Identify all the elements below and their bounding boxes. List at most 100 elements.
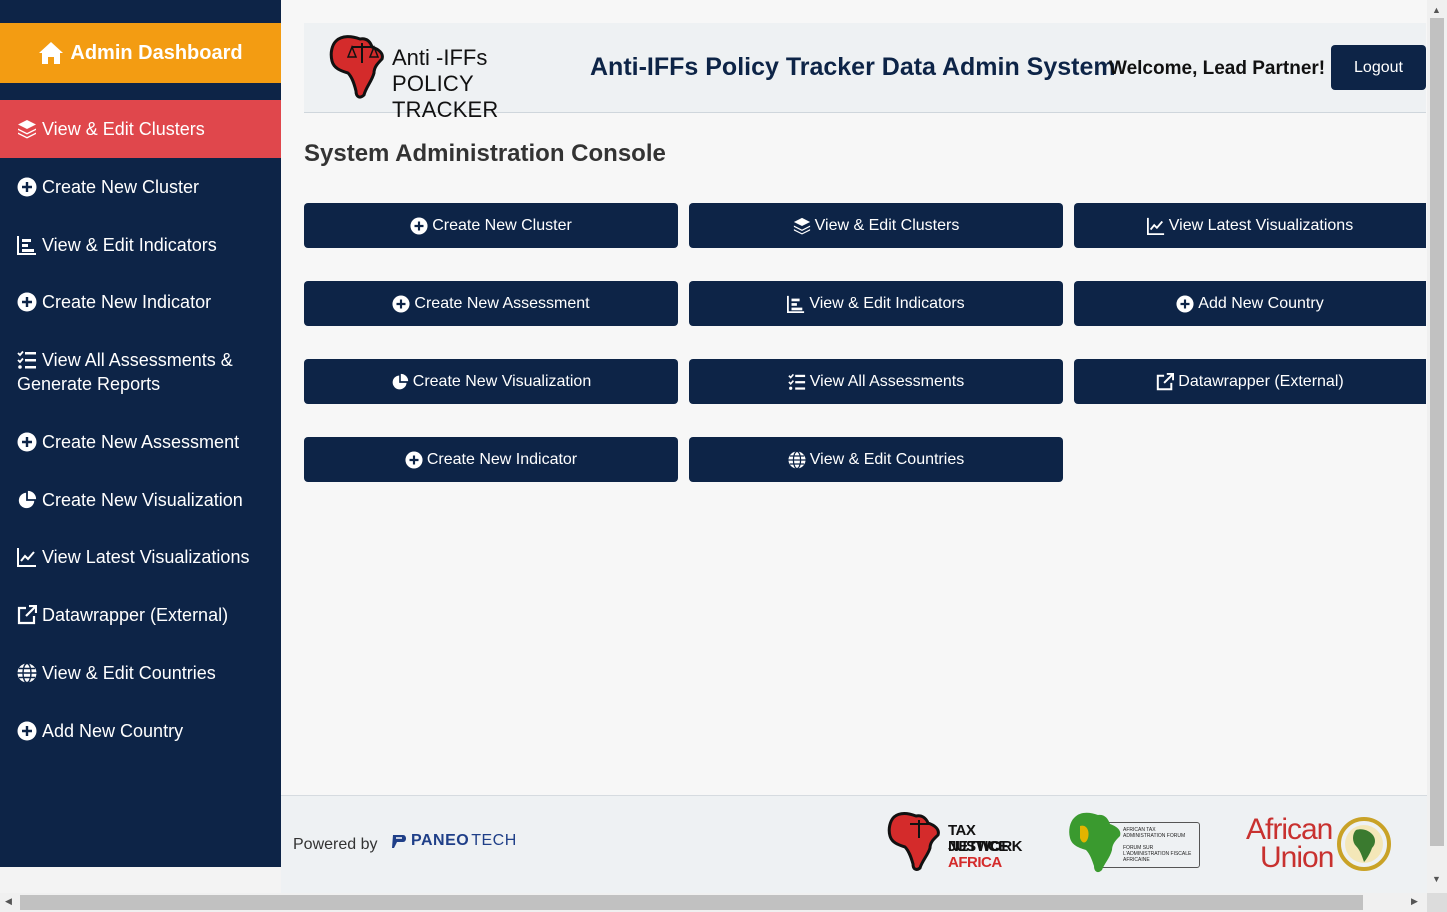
plus-circle-icon	[17, 292, 37, 312]
plus-circle-icon	[410, 216, 428, 235]
sidebar-item-line1: View All Assessments &	[17, 348, 233, 372]
au-line1: African	[1246, 813, 1333, 846]
globe-icon	[788, 450, 806, 469]
list-check-icon	[788, 373, 805, 390]
logo-line2: POLICY TRACKER	[392, 71, 499, 122]
main-content: Anti -IFFs POLICY TRACKER Anti-IFFs Poli…	[281, 0, 1427, 893]
button-label: Add New Country	[1198, 294, 1324, 312]
sidebar-item-create-cluster[interactable]: Create New Cluster	[0, 175, 281, 199]
powered-by-text: Powered by	[293, 836, 378, 853]
create-indicator-button[interactable]: Create New Indicator	[304, 437, 678, 482]
sidebar-item-label: Datawrapper (External)	[42, 605, 229, 625]
console-title: System Administration Console	[304, 140, 666, 167]
paneotech-mark-icon	[392, 835, 406, 848]
sidebar-item-view-edit-indicators[interactable]: View & Edit Indicators	[0, 233, 281, 257]
globe-icon	[17, 663, 37, 683]
layers-icon	[793, 217, 810, 235]
create-visualization-button[interactable]: Create New Visualization	[304, 359, 678, 404]
anti-iffs-logo: Anti -IFFs POLICY TRACKER	[326, 33, 571, 122]
create-cluster-button[interactable]: Create New Cluster	[304, 203, 678, 248]
tax-justice-network-logo: TAX JUSTICE NETWORK AFRICA	[886, 811, 1026, 871]
list-check-icon	[17, 350, 36, 369]
admin-page: Admin Dashboard View & Edit Clusters Cre…	[0, 0, 1447, 912]
sidebar-item-label: View & Edit Countries	[42, 663, 216, 683]
african-union-logo: African Union	[1246, 814, 1396, 874]
button-label: Create New Cluster	[432, 216, 572, 234]
button-label: Create New Assessment	[414, 294, 590, 312]
vertical-scroll-thumb[interactable]	[1430, 18, 1444, 846]
paneotech-logo[interactable]: PANEO TECH	[391, 832, 517, 850]
ataf-line1: AFRICAN TAX ADMINISTRATION FORUM	[1123, 827, 1186, 839]
button-label: View All Assessments	[809, 372, 965, 390]
sidebar-item-label: View & Edit Indicators	[42, 235, 217, 255]
admin-dashboard-link[interactable]: Admin Dashboard	[0, 23, 281, 83]
admin-dashboard-label: Admin Dashboard	[70, 41, 243, 64]
pie-chart-icon	[392, 373, 408, 389]
pie-chart-icon	[18, 490, 37, 509]
top-header: Anti -IFFs POLICY TRACKER Anti-IFFs Poli…	[304, 23, 1426, 122]
sidebar-item-add-country[interactable]: Add New Country	[0, 719, 281, 743]
logout-button[interactable]: Logout	[1331, 45, 1426, 90]
scroll-right-icon[interactable]: ▶	[1411, 896, 1418, 907]
home-icon	[39, 42, 64, 64]
view-edit-countries-button[interactable]: View & Edit Countries	[689, 437, 1063, 482]
button-label: View & Edit Indicators	[809, 294, 965, 312]
plus-circle-icon	[405, 450, 423, 469]
view-latest-visualizations-button[interactable]: View Latest Visualizations	[1074, 203, 1426, 248]
sidebar-item-view-edit-countries[interactable]: View & Edit Countries	[0, 661, 281, 685]
sidebar-item-label: View Latest Visualizations	[42, 547, 250, 567]
tech-text: TECH	[471, 832, 517, 849]
scroll-left-icon[interactable]: ◀	[5, 896, 12, 907]
external-link-icon	[1157, 372, 1175, 390]
ataf-line2: FORUM SUR L'ADMINISTRATION FISCALE AFRIC…	[1123, 845, 1192, 863]
create-assessment-button[interactable]: Create New Assessment	[304, 281, 678, 326]
sidebar-item-datawrapper[interactable]: Datawrapper (External)	[0, 603, 281, 627]
line-chart-icon	[1146, 217, 1164, 235]
au-emblem-icon	[1337, 817, 1391, 871]
button-label: View & Edit Clusters	[814, 216, 960, 234]
sidebar-item-view-edit-clusters[interactable]: View & Edit Clusters	[0, 100, 281, 158]
africa-scales-icon	[887, 812, 940, 871]
view-all-assessments-button[interactable]: View All Assessments	[689, 359, 1063, 404]
button-label: Create New Visualization	[412, 372, 592, 390]
sidebar-item-create-visualization[interactable]: Create New Visualization	[0, 488, 281, 512]
scroll-up-icon[interactable]: ▲	[1432, 5, 1441, 15]
sidebar-item-label-line2: Generate Reports	[17, 374, 161, 394]
sidebar-item-label: Create New Indicator	[42, 292, 212, 312]
bar-chart-icon	[787, 295, 805, 313]
sidebar-item-label: View All Assessments &	[42, 350, 233, 370]
sidebar-item-latest-visualizations[interactable]: View Latest Visualizations	[0, 545, 281, 569]
sidebar-item-label: Create New Assessment	[42, 432, 240, 452]
sidebar-item-label: View & Edit Clusters	[42, 119, 205, 139]
view-edit-clusters-button[interactable]: View & Edit Clusters	[689, 203, 1063, 248]
sidebar-item-view-assessments[interactable]: View All Assessments & Generate Reports	[0, 348, 281, 396]
africa-scales-icon	[329, 35, 384, 99]
tjn-line2: NETWORK	[948, 838, 1023, 855]
sidebar-item-create-indicator[interactable]: Create New Indicator	[0, 290, 281, 314]
button-label: Create New Indicator	[426, 450, 578, 468]
plus-circle-icon	[17, 721, 37, 741]
plus-circle-icon	[17, 432, 37, 452]
scrollbar-corner	[1427, 893, 1447, 912]
scroll-down-icon[interactable]: ▼	[1432, 874, 1441, 884]
logo-line1: Anti -IFFs	[392, 45, 488, 70]
sidebar-item-label: Create New Visualization	[42, 490, 243, 510]
datawrapper-button[interactable]: Datawrapper (External)	[1074, 359, 1426, 404]
sidebar-item-label: Create New Cluster	[42, 177, 200, 197]
footer: Powered by PANEO TECH TAX JUSTICE NETWORK…	[281, 795, 1427, 893]
button-label: View & Edit Countries	[809, 450, 965, 468]
add-country-button[interactable]: Add New Country	[1074, 281, 1426, 326]
bar-chart-icon	[17, 236, 36, 255]
horizontal-scrollbar[interactable]: ◀ ▶	[0, 893, 1427, 912]
horizontal-scroll-thumb[interactable]	[20, 895, 1363, 910]
tjn-line3: AFRICA	[948, 854, 1002, 871]
sidebar-item-create-assessment[interactable]: Create New Assessment	[0, 430, 281, 454]
button-label: Datawrapper (External)	[1178, 372, 1344, 390]
sidebar: Admin Dashboard View & Edit Clusters Cre…	[0, 0, 281, 867]
paneo-text: PANEO	[411, 832, 470, 849]
layers-icon	[18, 120, 36, 139]
system-title: Anti-IFFs Policy Tracker Data Admin Syst…	[590, 53, 1116, 81]
vertical-scrollbar[interactable]: ▲ ▼	[1427, 0, 1447, 893]
view-edit-indicators-button[interactable]: View & Edit Indicators	[689, 281, 1063, 326]
external-link-icon	[17, 605, 37, 625]
